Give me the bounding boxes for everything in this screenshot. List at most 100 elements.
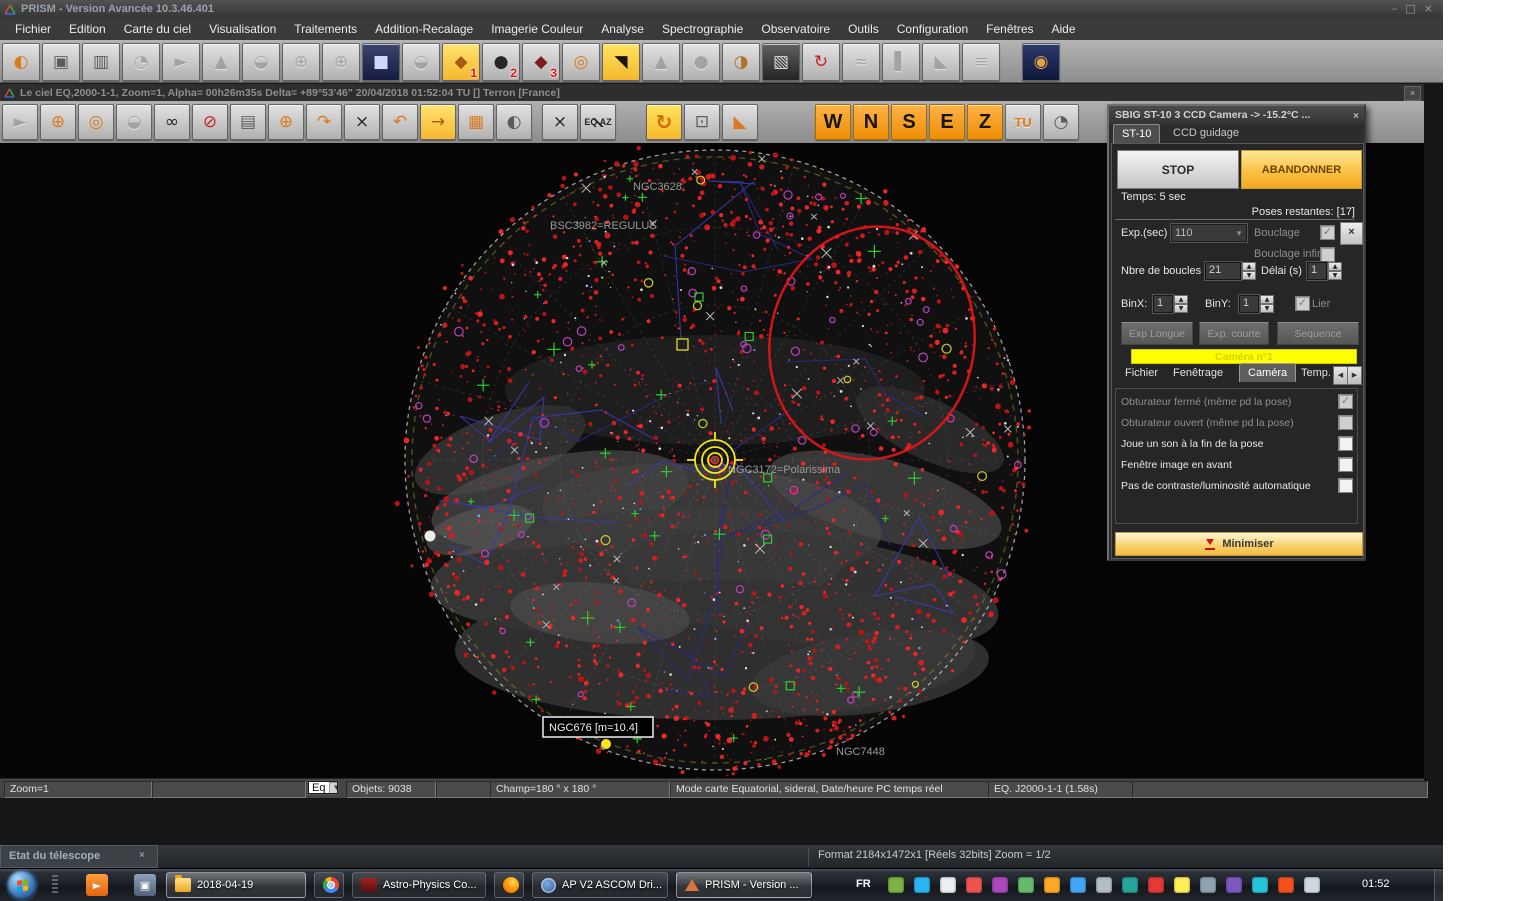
tray-icon-11[interactable] <box>1148 877 1164 893</box>
menu-fichier[interactable]: Fichier <box>6 20 60 38</box>
tray-icon-10[interactable] <box>1122 877 1138 893</box>
binoculars-button[interactable]: ∞ <box>154 104 190 140</box>
camera-1-button[interactable]: ◆1 <box>442 43 480 81</box>
tray-icon-6[interactable] <box>1018 877 1034 893</box>
pan-hand-button[interactable]: ▌ <box>882 43 920 81</box>
media-player-icon[interactable]: ► <box>86 874 108 896</box>
task-ap-v2-ascom[interactable]: AP V2 ASCOM Dri... <box>532 872 668 898</box>
camera-panel-titlebar[interactable]: SBIG ST-10 3 CCD Camera -> -15.2°C ... × <box>1109 106 1364 124</box>
tray-icon-7[interactable] <box>1044 877 1060 893</box>
goto-object-button[interactable]: → <box>420 104 456 140</box>
combine-button[interactable]: ◒ <box>242 43 280 81</box>
compass-east-button[interactable]: E <box>929 104 965 140</box>
down-arrow-icon[interactable]: ▼ <box>1174 304 1188 313</box>
tray-icon-17[interactable] <box>1304 877 1320 893</box>
task-astro-physics[interactable]: Astro-Physics Co... <box>352 872 486 898</box>
biny-stepper[interactable]: ▲▼ <box>1260 295 1274 313</box>
menu-traitements[interactable]: Traitements <box>285 20 366 38</box>
stop-button[interactable]: STOP <box>1117 150 1239 189</box>
expand-view-button[interactable]: ⊕ <box>268 104 304 140</box>
binx-stepper[interactable]: ▲▼ <box>1174 295 1188 313</box>
checkbox[interactable] <box>1338 478 1353 493</box>
focuser-button[interactable]: ◎ <box>562 43 600 81</box>
bright-object-dot[interactable] <box>425 531 436 542</box>
loops-stepper[interactable]: ▲▼ <box>1242 262 1256 280</box>
compass-west-button[interactable]: W <box>815 104 851 140</box>
up-arrow-icon[interactable]: ▲ <box>1174 295 1188 304</box>
align-button[interactable]: ▲ <box>202 43 240 81</box>
calibration-image-button[interactable]: ▧ <box>762 43 800 81</box>
camera-3-button[interactable]: ◆3 <box>522 43 560 81</box>
task-chrome[interactable] <box>314 872 344 898</box>
measure-ruler-button[interactable]: ◣ <box>722 104 758 140</box>
lier-checkbox[interactable]: ✓ <box>1295 296 1310 311</box>
blink-button[interactable]: ► <box>162 43 200 81</box>
photometry-button[interactable]: ▲ <box>642 43 680 81</box>
menu-addition-recalage[interactable]: Addition-Recalage <box>366 20 482 38</box>
checkbox[interactable] <box>1338 436 1353 451</box>
checkbox[interactable] <box>1338 415 1353 430</box>
camera-2-button[interactable]: ●2 <box>482 43 520 81</box>
ephemeris-table-button[interactable]: ▦ <box>458 104 494 140</box>
task-prism[interactable]: PRISM - Version ... <box>676 872 812 898</box>
undo-view-button[interactable]: ↶ <box>382 104 418 140</box>
universal-time-button[interactable]: TU <box>1005 104 1041 140</box>
telescope-status-panel[interactable]: Etat du télescope × <box>0 845 158 868</box>
rotate-field-button[interactable]: ↻ <box>646 104 682 140</box>
delete-object-button[interactable]: ⊘ <box>192 104 228 140</box>
up-arrow-icon[interactable]: ▲ <box>1260 295 1274 304</box>
menu-spectrographie[interactable]: Spectrographie <box>653 20 752 38</box>
tab-scroll-left-icon[interactable]: ◀ <box>1333 366 1348 385</box>
telescope-button[interactable]: ◥ <box>602 43 640 81</box>
sequence-button[interactable]: Sequence <box>1277 322 1359 345</box>
center-view-button[interactable]: × <box>542 104 578 140</box>
solar-system-button[interactable]: ◐ <box>496 104 532 140</box>
menu-fenetres[interactable]: Fenêtres <box>977 20 1042 38</box>
close-icon[interactable]: × <box>1424 1 1433 17</box>
subtab-fenetrage[interactable]: Fenêtrage <box>1173 367 1223 379</box>
down-arrow-icon[interactable]: ▼ <box>1260 304 1274 313</box>
menu-edition[interactable]: Edition <box>60 20 115 38</box>
checkbox[interactable] <box>1338 457 1353 472</box>
subtab-fichier[interactable]: Fichier <box>1125 367 1158 379</box>
delay-value[interactable]: 1 <box>1307 262 1327 280</box>
open-image-button[interactable]: ◐ <box>2 43 40 81</box>
task-folder-2018-04-19[interactable]: 2018-04-19 <box>166 872 306 898</box>
dome-button[interactable]: ◒ <box>402 43 440 81</box>
zoom-button[interactable]: ⊕ <box>40 104 76 140</box>
task-firefox[interactable] <box>494 872 524 898</box>
pointer-tool-button[interactable]: ► <box>2 104 38 140</box>
bouclage-infini-checkbox[interactable] <box>1320 247 1335 262</box>
compass-north-button[interactable]: N <box>853 104 889 140</box>
tab-st10[interactable]: ST-10 <box>1113 124 1160 143</box>
start-button[interactable] <box>7 870 37 900</box>
compass-south-button[interactable]: S <box>891 104 927 140</box>
clock-info-button[interactable]: ◔ <box>122 43 160 81</box>
exp-longue-button[interactable]: Exp Longue <box>1121 322 1193 345</box>
field-circle-button[interactable]: ◎ <box>78 104 114 140</box>
telescope-panel-close-icon[interactable]: × <box>139 850 145 862</box>
menu-imagerie-couleur[interactable]: Imagerie Couleur <box>482 20 592 38</box>
up-arrow-icon[interactable]: ▲ <box>1328 262 1342 271</box>
selected-object-dot[interactable] <box>601 739 611 749</box>
checkbox-checked[interactable]: ✓ <box>1338 394 1353 409</box>
eq-selector[interactable]: Eq ▼ <box>308 781 338 794</box>
taskbar-clock[interactable]: 01:52 <box>1362 878 1390 890</box>
compress-view-button[interactable]: × <box>344 104 380 140</box>
print-chart-button[interactable]: ▤ <box>230 104 266 140</box>
minimize-icon[interactable]: – <box>1392 1 1398 17</box>
visu-settings-button[interactable]: ▥ <box>82 43 120 81</box>
sky-window-close-icon[interactable]: × <box>1404 86 1421 101</box>
menu-observatoire[interactable]: Observatoire <box>752 20 839 38</box>
flip-view-button[interactable]: ↷ <box>306 104 342 140</box>
tray-icon-13[interactable] <box>1200 877 1216 893</box>
subtab-temp-ccd[interactable]: Temp. CCD <box>1301 367 1333 379</box>
bouclage-checkbox[interactable]: ✓ <box>1320 225 1335 240</box>
stop-loop-button[interactable]: × <box>1340 222 1363 245</box>
zenith-button[interactable]: Z <box>967 104 1003 140</box>
sky-sphere-button[interactable]: ● <box>682 43 720 81</box>
process-button-2[interactable]: ⊕ <box>322 43 360 81</box>
loops-value[interactable]: 21 <box>1205 262 1241 280</box>
tray-icon-15[interactable] <box>1252 877 1268 893</box>
tray-icon-16[interactable] <box>1278 877 1294 893</box>
